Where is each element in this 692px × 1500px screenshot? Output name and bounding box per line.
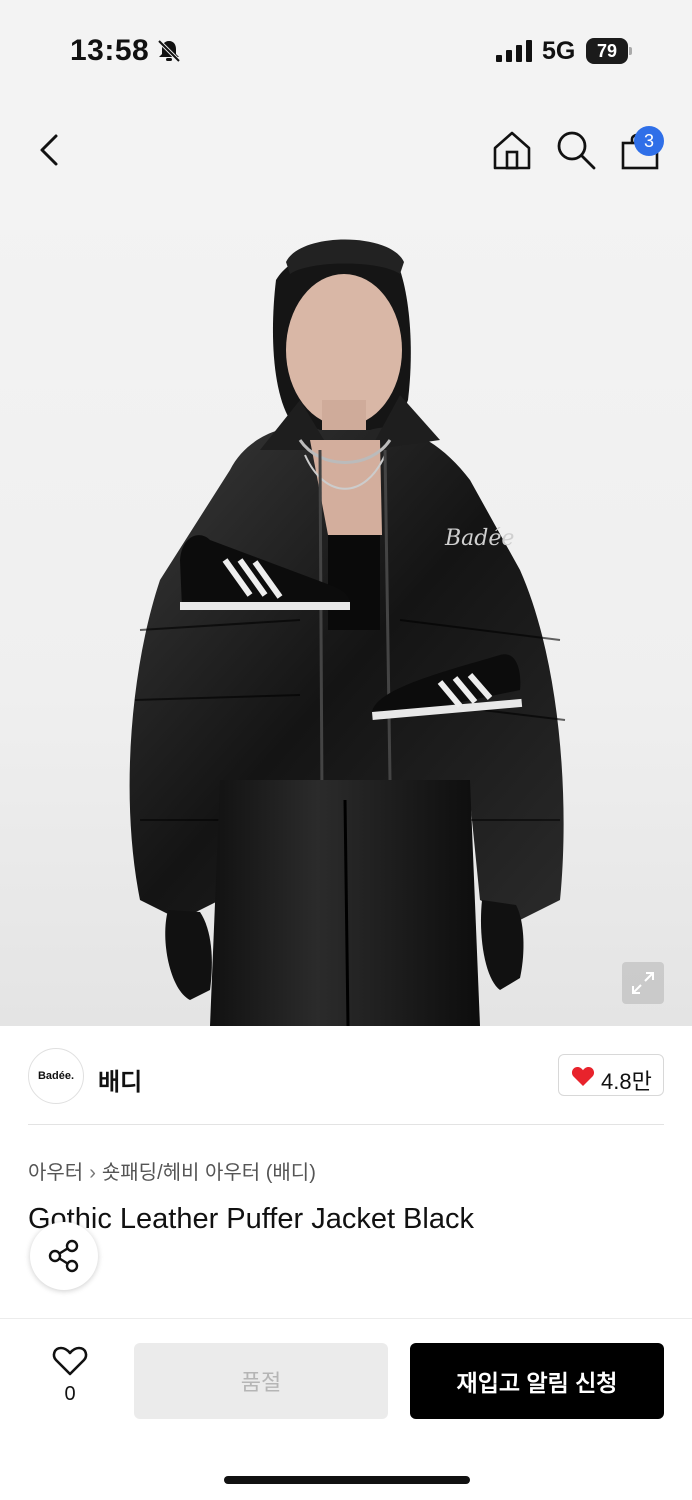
chevron-right-icon: › <box>89 1162 96 1184</box>
restock-alert-button[interactable]: 재입고 알림 신청 <box>410 1343 664 1419</box>
status-bar: 13:58 5G 79 <box>0 0 692 100</box>
battery-level: 79 <box>596 41 618 61</box>
share-icon <box>48 1239 79 1273</box>
status-time: 13:58 <box>70 34 150 67</box>
product-title: Gothic Leather Puffer Jacket Black <box>28 1203 474 1235</box>
divider <box>28 1124 664 1125</box>
expand-image-button[interactable] <box>622 962 664 1004</box>
heart-outline-icon <box>52 1346 88 1376</box>
breadcrumb-item-outer[interactable]: 아우터 <box>28 1162 83 1184</box>
brand-logo[interactable]: Badée. <box>28 1048 84 1104</box>
brand-like-button[interactable]: 4.8만 <box>558 1054 664 1096</box>
home-indicator <box>224 1476 470 1484</box>
breadcrumb: 아우터 › 숏패딩/헤비 아우터 (배디) <box>28 1156 316 1185</box>
soldout-button[interactable]: 품절 <box>134 1343 388 1419</box>
brand-like-count: 4.8만 <box>601 1069 652 1094</box>
brand-row: Badée. 배디 4.8만 <box>0 1026 692 1126</box>
share-button[interactable] <box>30 1222 98 1290</box>
brand-name[interactable]: 배디 <box>98 1062 142 1097</box>
cart-count-badge: 3 <box>634 126 664 156</box>
bottom-action-bar: 0 품절 재입고 알림 신청 <box>0 1318 692 1500</box>
expand-icon <box>632 972 654 994</box>
product-image[interactable]: Badée <box>0 200 692 1026</box>
svg-text:Badée: Badée <box>444 526 514 551</box>
search-icon[interactable] <box>554 128 598 172</box>
breadcrumb-item-category[interactable]: 숏패딩/헤비 아우터 (배디) <box>102 1162 316 1184</box>
home-icon[interactable] <box>490 128 534 172</box>
back-arrow-icon[interactable] <box>30 128 74 172</box>
wishlist-count: 0 <box>64 1383 76 1405</box>
battery-icon: 79 <box>586 38 632 64</box>
model-photo: Badée <box>129 239 566 1026</box>
bell-muted-icon <box>157 39 181 63</box>
wishlist-button[interactable]: 0 <box>46 1345 94 1409</box>
top-nav <box>0 100 692 200</box>
network-type: 5G <box>542 37 576 65</box>
heart-filled-icon <box>571 1066 595 1086</box>
cellular-signal-icon <box>496 40 532 62</box>
